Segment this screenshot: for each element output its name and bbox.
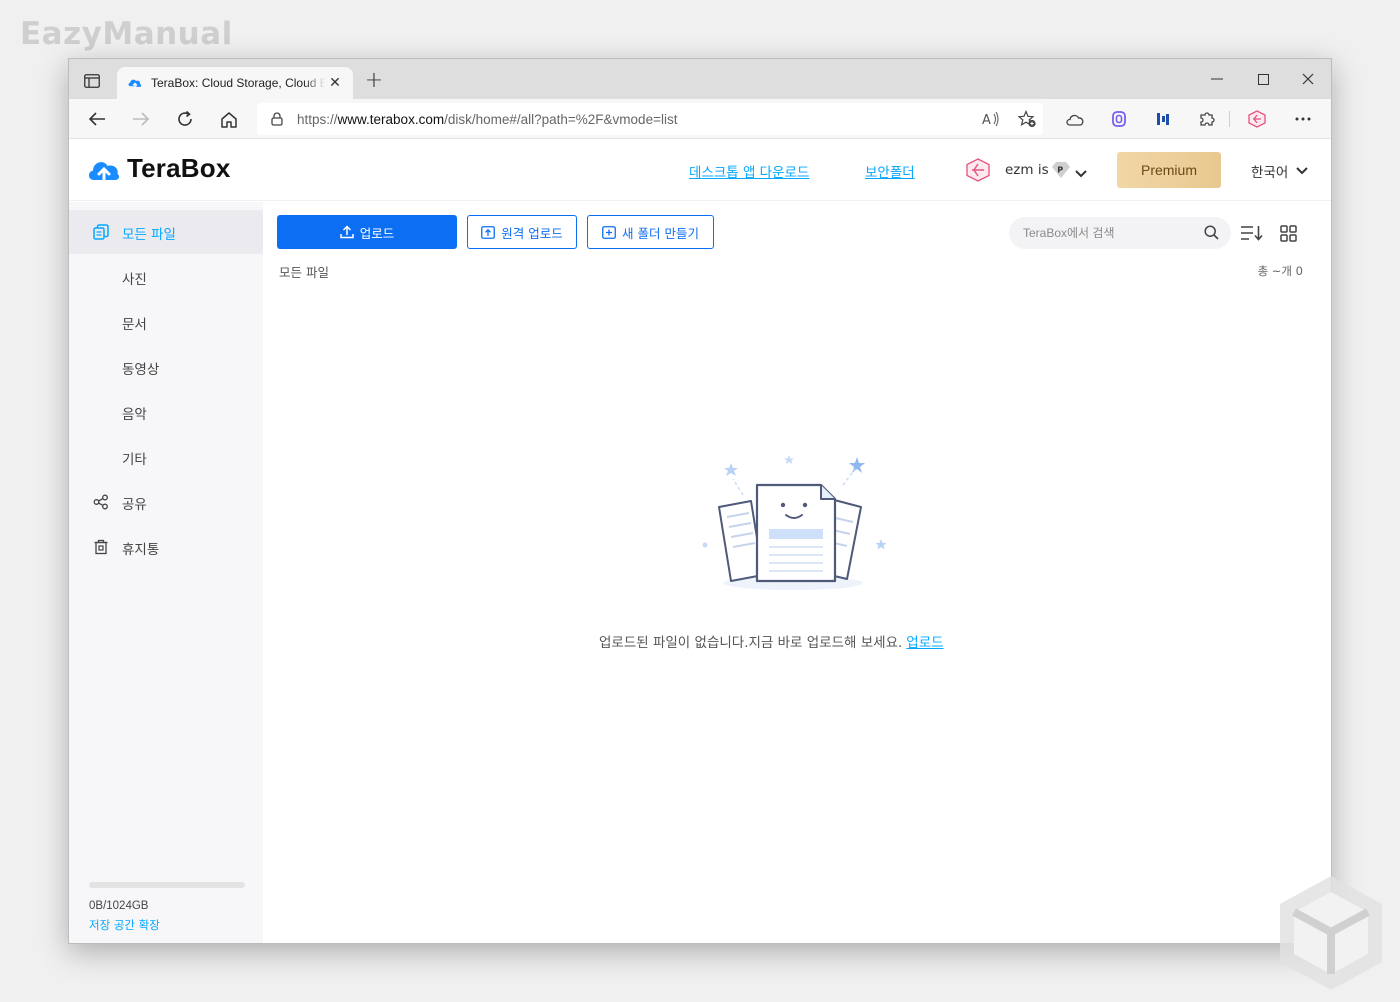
cloud-icon[interactable] (1063, 107, 1087, 131)
extension-clip-icon[interactable] (1107, 107, 1131, 131)
new-folder-icon (602, 225, 616, 239)
browser-tab[interactable]: TeraBox: Cloud Storage, Cloud Backup ✕ (117, 67, 353, 99)
sidebar-item-trash[interactable]: 휴지통 (69, 525, 263, 569)
sidebar-item-photos[interactable]: 사진 (69, 255, 263, 299)
url-prefix: https:// (297, 111, 338, 127)
chevron-down-icon (1296, 167, 1308, 175)
premium-badge-icon: P (1051, 161, 1071, 183)
brand-name: TeraBox (127, 153, 231, 183)
premium-button[interactable]: Premium (1117, 152, 1221, 188)
new-folder-button[interactable]: 새 폴더 만들기 (587, 215, 714, 249)
remote-upload-icon (481, 225, 496, 239)
tab-title: TeraBox: Cloud Storage, Cloud Backup (151, 76, 325, 90)
grid-view-icon[interactable] (1275, 221, 1301, 245)
address-toolbar: https://www.terabox.com/disk/home#/all?p… (69, 99, 1331, 139)
breadcrumb[interactable]: 모든 파일 (279, 262, 329, 281)
favorite-add-icon[interactable] (1015, 107, 1039, 131)
upload-icon (339, 225, 354, 239)
url-text: https://www.terabox.com/disk/home#/all?p… (297, 112, 677, 127)
more-options-icon[interactable] (1291, 107, 1315, 131)
sort-list-icon[interactable] (1239, 221, 1265, 245)
sidebar-item-documents[interactable]: 문서 (69, 300, 263, 344)
sidebar-item-all-files[interactable]: 모든 파일 (69, 210, 263, 254)
search-box (1009, 217, 1231, 249)
sidebar-item-music[interactable]: 음악 (69, 390, 263, 434)
home-icon[interactable] (217, 107, 241, 131)
sidebar-item-label: 모든 파일 (122, 227, 176, 243)
empty-folder-illustration (695, 455, 891, 595)
sidebar-item-label: 공유 (122, 497, 147, 513)
extension-bars-icon[interactable] (1151, 107, 1175, 131)
browser-window: TeraBox: Cloud Storage, Cloud Backup ✕ +… (68, 58, 1332, 944)
new-folder-label: 새 폴더 만들기 (622, 225, 699, 241)
language-label: 한국어 (1251, 165, 1289, 181)
secure-folder-link[interactable]: 보안폴더 (865, 161, 915, 181)
terabox-logo-icon (88, 161, 120, 182)
sidebar-item-label: 사진 (122, 272, 147, 288)
remote-upload-label: 원격 업로드 (501, 225, 563, 241)
language-selector[interactable]: 한국어 (1251, 161, 1308, 181)
upload-button[interactable]: 업로드 (277, 215, 457, 249)
sidebar-item-share[interactable]: 공유 (69, 480, 263, 524)
watermark: EazyManual (20, 16, 233, 52)
storage-usage: 0B/1024GB (89, 900, 149, 912)
terabox-page: TeraBox 데스크톱 앱 다운로드 보안폴더 ezm is P Premiu… (69, 139, 1331, 943)
eazymanual-corner-logo (1276, 872, 1386, 996)
remote-upload-button[interactable]: 원격 업로드 (467, 215, 577, 249)
maximize-icon[interactable] (1251, 69, 1275, 89)
sidebar-item-label: 동영상 (122, 362, 160, 378)
sidebar-item-label: 음악 (122, 407, 147, 423)
search-icon[interactable] (1204, 225, 1219, 240)
site-header: TeraBox 데스크톱 앱 다운로드 보안폴더 ezm is P Premiu… (69, 139, 1331, 201)
user-avatar-icon[interactable] (965, 158, 991, 186)
minimize-icon[interactable] (1205, 69, 1229, 89)
new-tab-button[interactable]: + (363, 70, 385, 93)
sidebar-item-videos[interactable]: 동영상 (69, 345, 263, 389)
lock-icon (271, 112, 283, 126)
storage-expand-link[interactable]: 저장 공간 확장 (89, 917, 160, 933)
terabox-favicon-icon (128, 79, 142, 88)
forward-arrow-icon[interactable] (129, 107, 153, 131)
user-name[interactable]: ezm is (1005, 162, 1049, 178)
tab-strip: TeraBox: Cloud Storage, Cloud Backup ✕ + (69, 59, 1331, 99)
toolbar-divider (1229, 111, 1230, 127)
extensions-puzzle-icon[interactable] (1195, 107, 1219, 131)
file-count: 총 ~개 0 (1257, 264, 1303, 278)
tab-actions-icon[interactable] (81, 71, 103, 91)
sidebar-item-others[interactable]: 기타 (69, 435, 263, 479)
chevron-down-icon[interactable] (1075, 163, 1087, 182)
terabox-extension-icon[interactable] (1245, 107, 1269, 131)
empty-state-text: 업로드된 파일이 없습니다.지금 바로 업로드해 보세요. (599, 635, 903, 651)
svg-text:P: P (1057, 166, 1063, 175)
url-path: /disk/home#/all?path=%2F&vmode=list (444, 111, 678, 127)
empty-state-message: 업로드된 파일이 없습니다.지금 바로 업로드해 보세요. 업로드 (599, 631, 999, 651)
share-icon (93, 494, 108, 510)
close-window-icon[interactable] (1296, 69, 1320, 89)
tab-close-icon[interactable]: ✕ (327, 75, 343, 91)
sidebar: 모든 파일 사진 문서 동영상 음악 기타 공유 휴지통 0B/1024GB 저… (69, 202, 263, 943)
desktop-app-download-link[interactable]: 데스크톱 앱 다운로드 (689, 161, 809, 181)
sidebar-item-label: 기타 (122, 452, 147, 468)
svg-text:A: A (982, 113, 991, 127)
address-bar[interactable]: https://www.terabox.com/disk/home#/all?p… (257, 103, 1043, 135)
files-icon (93, 224, 109, 240)
empty-state-upload-link[interactable]: 업로드 (906, 635, 943, 651)
search-input[interactable] (1023, 226, 1193, 240)
read-aloud-icon[interactable]: A (979, 107, 1003, 131)
storage-progress-bar (89, 882, 245, 888)
refresh-icon[interactable] (173, 107, 197, 131)
sidebar-item-label: 휴지통 (122, 542, 160, 558)
sidebar-item-label: 문서 (122, 317, 147, 333)
trash-icon (94, 539, 108, 555)
back-arrow-icon[interactable] (85, 107, 109, 131)
url-host: www.terabox.com (337, 111, 445, 127)
upload-button-label: 업로드 (359, 225, 395, 241)
terabox-logo[interactable]: TeraBox (87, 153, 231, 184)
